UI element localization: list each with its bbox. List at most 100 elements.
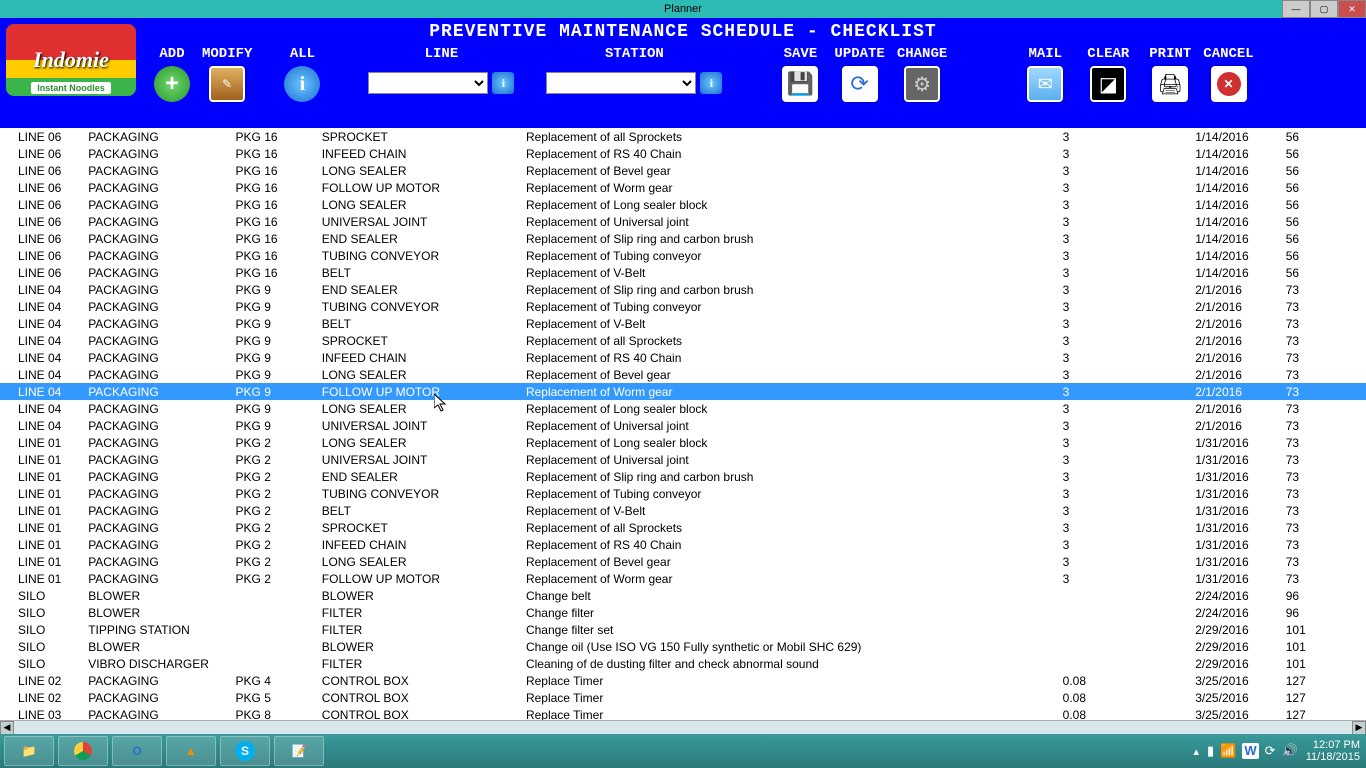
table-row[interactable]: LINE 06PACKAGINGPKG 16FOLLOW UP MOTORRep… — [0, 179, 1366, 196]
table-row[interactable]: LINE 06PACKAGINGPKG 16TUBING CONVEYORRep… — [0, 247, 1366, 264]
cell-days: 73 — [1282, 536, 1366, 553]
outlook-icon: O — [132, 744, 141, 758]
print-button[interactable]: 🖨 — [1152, 66, 1188, 102]
mail-button[interactable]: ✉ — [1027, 66, 1063, 102]
taskbar-item-outlook[interactable]: O — [112, 736, 162, 766]
taskbar-item-notepad[interactable]: 📝 — [274, 736, 324, 766]
table-row[interactable]: LINE 06PACKAGINGPKG 16BELTReplacement of… — [0, 264, 1366, 281]
table-row[interactable]: LINE 01PACKAGINGPKG 2INFEED CHAINReplace… — [0, 536, 1366, 553]
cell-desc: Cleaning of de dusting filter and check … — [522, 655, 1059, 672]
tray-chevron-icon[interactable]: ▴ — [1194, 745, 1200, 758]
taskbar-item-skype[interactable]: S — [220, 736, 270, 766]
cell-desc: Replacement of Slip ring and carbon brus… — [522, 230, 1059, 247]
cell-area: PACKAGING — [84, 366, 231, 383]
cell-comp: LONG SEALER — [318, 366, 522, 383]
network-icon[interactable]: 📶 — [1220, 743, 1236, 759]
cell-area: PACKAGING — [84, 264, 231, 281]
table-row[interactable]: LINE 02PACKAGINGPKG 5CONTROL BOXReplace … — [0, 689, 1366, 706]
cell-pkg: PKG 2 — [232, 485, 318, 502]
cell-date: 1/14/2016 — [1191, 196, 1282, 213]
cell-days: 73 — [1282, 570, 1366, 587]
cell-comp: SPROCKET — [318, 128, 522, 145]
cell-line: LINE 04 — [0, 315, 84, 332]
table-row[interactable]: LINE 04PACKAGINGPKG 9LONG SEALERReplacem… — [0, 400, 1366, 417]
table-row[interactable]: LINE 06PACKAGINGPKG 16LONG SEALERReplace… — [0, 196, 1366, 213]
table-row[interactable]: LINE 01PACKAGINGPKG 2END SEALERReplaceme… — [0, 468, 1366, 485]
cell-pkg: PKG 2 — [232, 502, 318, 519]
cell-comp: UNIVERSAL JOINT — [318, 213, 522, 230]
modify-button[interactable]: ✎ — [209, 66, 245, 102]
add-button[interactable]: + — [154, 66, 190, 102]
cell-qty: 0.08 — [1059, 706, 1192, 720]
cell-desc: Replacement of Bevel gear — [522, 162, 1059, 179]
table-row[interactable]: LINE 06PACKAGINGPKG 16UNIVERSAL JOINTRep… — [0, 213, 1366, 230]
table-row[interactable]: LINE 06PACKAGINGPKG 16LONG SEALERReplace… — [0, 162, 1366, 179]
table-row[interactable]: SILOTIPPING STATIONFILTERChange filter s… — [0, 621, 1366, 638]
taskbar-item-chrome[interactable] — [58, 736, 108, 766]
cell-days: 73 — [1282, 502, 1366, 519]
table-row[interactable]: LINE 01PACKAGINGPKG 2FOLLOW UP MOTORRepl… — [0, 570, 1366, 587]
station-select[interactable] — [546, 72, 696, 94]
table-row[interactable]: LINE 04PACKAGINGPKG 9LONG SEALERReplacem… — [0, 366, 1366, 383]
table-row[interactable]: LINE 04PACKAGINGPKG 9SPROCKETReplacement… — [0, 332, 1366, 349]
table-row[interactable]: LINE 04PACKAGINGPKG 9END SEALERReplaceme… — [0, 281, 1366, 298]
horizontal-scrollbar[interactable]: ◀ ▶ — [0, 720, 1366, 734]
taskbar[interactable]: 📁 O ▲ S 📝 ▴ ▮ 📶 W ⟳ 🔊 12:07 PM 11/18/201… — [0, 734, 1366, 768]
cancel-button[interactable]: ✕ — [1211, 66, 1247, 102]
table-row[interactable]: LINE 01PACKAGINGPKG 2LONG SEALERReplacem… — [0, 553, 1366, 570]
scroll-right-button[interactable]: ▶ — [1352, 721, 1366, 735]
line-select[interactable] — [368, 72, 488, 94]
clear-button[interactable]: ◪ — [1090, 66, 1126, 102]
line-info-button[interactable]: i — [492, 72, 514, 94]
cell-line: LINE 01 — [0, 502, 84, 519]
table-row[interactable]: SILOBLOWERBLOWERChange belt2/24/201696 — [0, 587, 1366, 604]
table-row[interactable]: LINE 01PACKAGINGPKG 2TUBING CONVEYORRepl… — [0, 485, 1366, 502]
close-button[interactable]: ✕ — [1338, 0, 1366, 18]
table-row[interactable]: LINE 06PACKAGINGPKG 16SPROCKETReplacemen… — [0, 128, 1366, 145]
table-row[interactable]: LINE 01PACKAGINGPKG 2SPROCKETReplacement… — [0, 519, 1366, 536]
table-row[interactable]: LINE 03PACKAGINGPKG 8CONTROL BOXReplace … — [0, 706, 1366, 720]
cell-comp: END SEALER — [318, 281, 522, 298]
cell-line: LINE 06 — [0, 179, 84, 196]
table-row[interactable]: LINE 04PACKAGINGPKG 9BELTReplacement of … — [0, 315, 1366, 332]
table-row[interactable]: LINE 06PACKAGINGPKG 16END SEALERReplacem… — [0, 230, 1366, 247]
scroll-left-button[interactable]: ◀ — [0, 721, 14, 735]
cell-comp: TUBING CONVEYOR — [318, 247, 522, 264]
taskbar-item-explorer[interactable]: 📁 — [4, 736, 54, 766]
cell-desc: Replacement of Long sealer block — [522, 196, 1059, 213]
save-button[interactable]: 💾 — [782, 66, 818, 102]
table-row[interactable]: LINE 02PACKAGINGPKG 4CONTROL BOXReplace … — [0, 672, 1366, 689]
table-row[interactable]: LINE 01PACKAGINGPKG 2UNIVERSAL JOINTRepl… — [0, 451, 1366, 468]
cell-pkg — [232, 621, 318, 638]
station-info-button[interactable]: i — [700, 72, 722, 94]
word-icon[interactable]: W — [1242, 743, 1258, 759]
maximize-button[interactable]: ▢ — [1310, 0, 1338, 18]
update-button[interactable]: ⟳ — [842, 66, 878, 102]
table-row[interactable]: LINE 04PACKAGINGPKG 9TUBING CONVEYORRepl… — [0, 298, 1366, 315]
table-row[interactable]: LINE 01PACKAGINGPKG 2LONG SEALERReplacem… — [0, 434, 1366, 451]
data-grid[interactable]: LINE 06PACKAGINGPKG 16SPROCKETReplacemen… — [0, 128, 1366, 720]
table-row[interactable]: LINE 06PACKAGINGPKG 16INFEED CHAINReplac… — [0, 145, 1366, 162]
change-button[interactable]: ⚙ — [904, 66, 940, 102]
table-row[interactable]: LINE 04PACKAGINGPKG 9UNIVERSAL JOINTRepl… — [0, 417, 1366, 434]
cell-line: SILO — [0, 587, 84, 604]
table-row[interactable]: LINE 04PACKAGINGPKG 9INFEED CHAINReplace… — [0, 349, 1366, 366]
table-row[interactable]: LINE 04PACKAGINGPKG 9FOLLOW UP MOTORRepl… — [0, 383, 1366, 400]
minimize-button[interactable]: — — [1282, 0, 1310, 18]
table-row[interactable]: LINE 01PACKAGINGPKG 2BELTReplacement of … — [0, 502, 1366, 519]
system-tray[interactable]: ▴ ▮ 📶 W ⟳ 🔊 12:07 PM 11/18/2015 — [1194, 739, 1361, 763]
tray-clock[interactable]: 12:07 PM 11/18/2015 — [1306, 739, 1360, 763]
table-row[interactable]: SILOVIBRO DISCHARGERFILTERCleaning of de… — [0, 655, 1366, 672]
taskbar-item-vlc[interactable]: ▲ — [166, 736, 216, 766]
battery-icon[interactable]: ▮ — [1207, 743, 1214, 759]
cell-date: 1/31/2016 — [1191, 502, 1282, 519]
refresh-icon: ⟳ — [850, 71, 868, 97]
info-icon: i — [710, 76, 713, 91]
cell-qty: 3 — [1059, 298, 1192, 315]
volume-icon[interactable]: 🔊 — [1282, 743, 1298, 759]
cell-desc: Replacement of Universal joint — [522, 451, 1059, 468]
sync-icon[interactable]: ⟳ — [1265, 743, 1276, 759]
table-row[interactable]: SILOBLOWERFILTERChange filter2/24/201696 — [0, 604, 1366, 621]
table-row[interactable]: SILOBLOWERBLOWERChange oil (Use ISO VG 1… — [0, 638, 1366, 655]
all-button[interactable]: i — [284, 66, 320, 102]
